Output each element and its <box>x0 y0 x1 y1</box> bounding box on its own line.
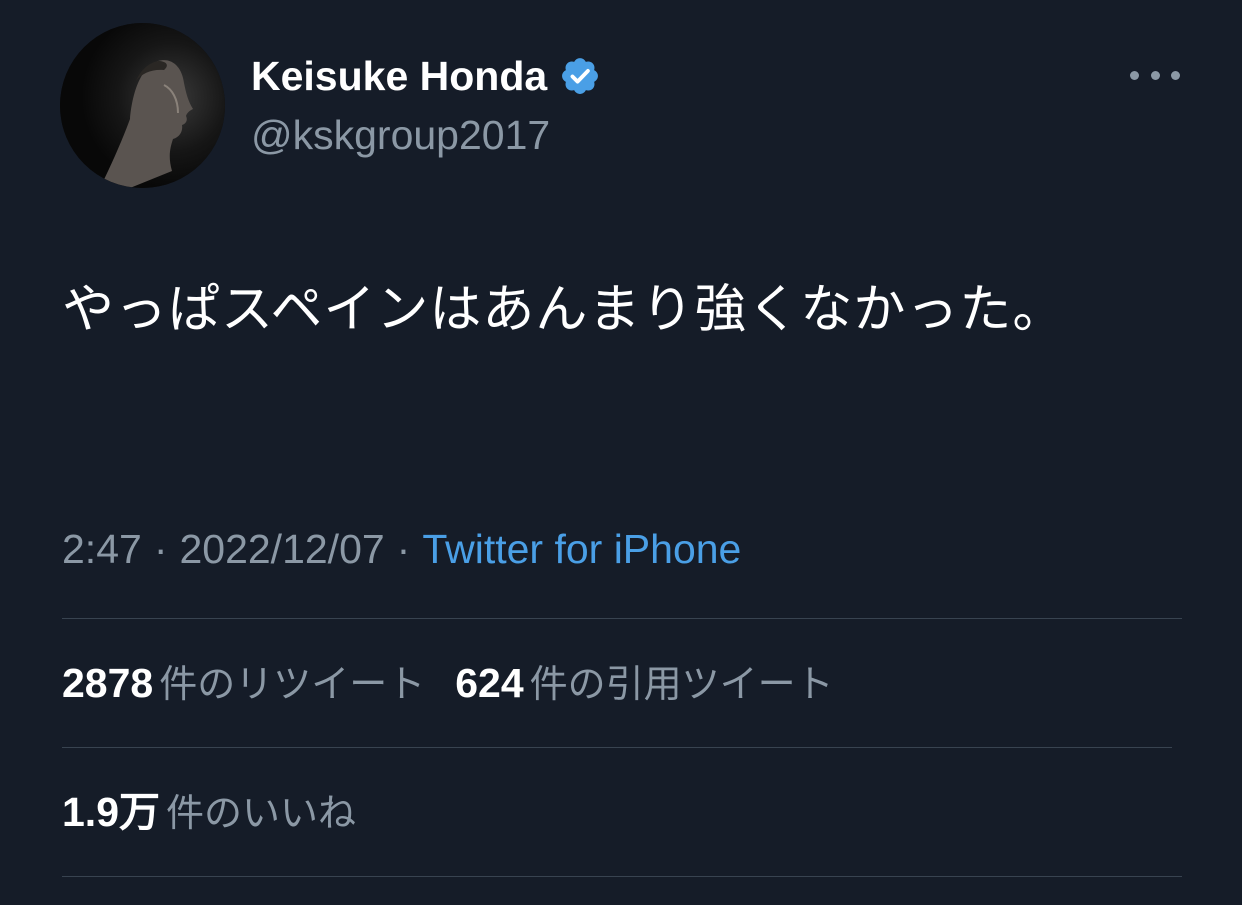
like-label: 件のいいね <box>166 790 357 835</box>
engagement-stats: 2878 件のリツイート 624 件の引用ツイート <box>62 657 834 709</box>
quotes-stat[interactable]: 624 件の引用ツイート <box>455 657 833 710</box>
retweets-stat[interactable]: 2878 件のリツイート <box>62 657 425 710</box>
divider <box>62 876 1182 877</box>
retweet-label: 件のリツイート <box>159 661 426 706</box>
tweet-meta: 2:47 · 2022/12/07 · Twitter for iPhone <box>62 523 741 575</box>
quote-label: 件の引用ツイート <box>529 661 834 706</box>
tweet-text: やっぱスペインはあんまり強くなかった。 <box>62 280 1066 340</box>
divider <box>62 747 1172 748</box>
display-name[interactable]: Keisuke Honda <box>251 50 547 102</box>
like-count: 1.9万 <box>62 788 160 835</box>
more-dot <box>1150 70 1160 80</box>
avatar-photo <box>60 23 225 188</box>
quote-count: 624 <box>455 659 524 706</box>
author-name-row[interactable]: Keisuke Honda <box>251 50 601 102</box>
tweet-source-link[interactable]: Twitter for iPhone <box>422 526 741 572</box>
likes-stat[interactable]: 1.9万 件のいいね <box>62 786 356 839</box>
meta-separator: · <box>396 526 411 572</box>
more-dot <box>1171 70 1180 80</box>
meta-separator: · <box>153 526 168 572</box>
divider <box>62 618 1182 619</box>
retweet-count: 2878 <box>62 659 154 706</box>
author-handle[interactable]: @kskgroup2017 <box>251 109 550 161</box>
verified-badge-icon <box>559 55 601 97</box>
more-dot <box>1130 70 1139 80</box>
avatar[interactable] <box>60 23 225 188</box>
tweet-date[interactable]: 2022/12/07 <box>179 526 384 572</box>
tweet-time[interactable]: 2:47 <box>62 526 142 572</box>
likes-row: 1.9万 件のいいね <box>62 786 356 838</box>
more-options-icon[interactable] <box>1130 60 1180 90</box>
